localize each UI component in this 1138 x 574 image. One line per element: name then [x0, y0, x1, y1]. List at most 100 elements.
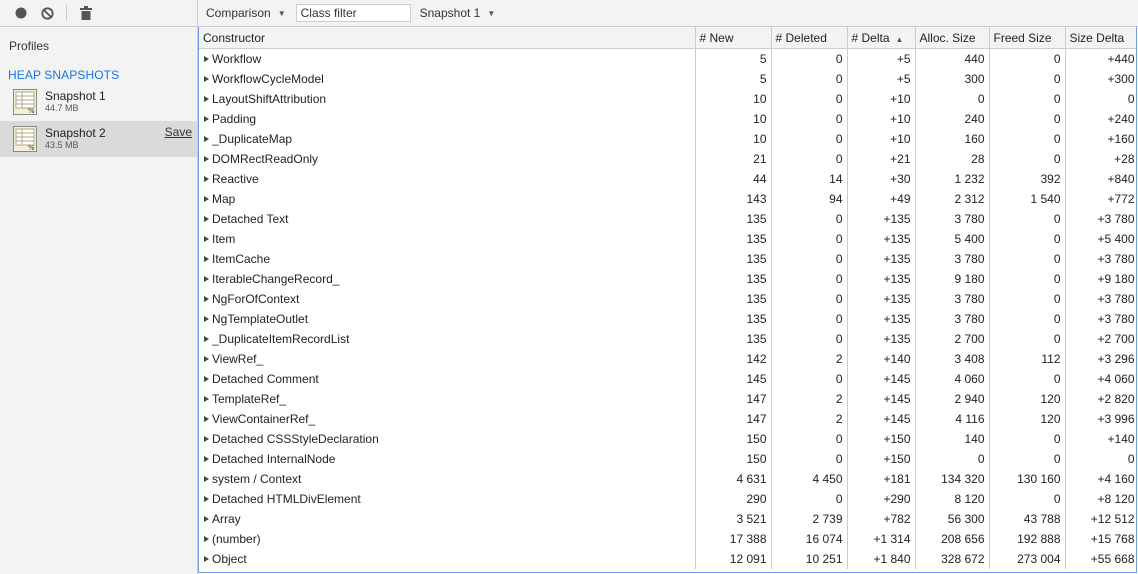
cell-deleted: 0: [771, 489, 848, 509]
table-row[interactable]: Detached Comment 145 0 +145 4 060 0 +4 060: [199, 369, 1136, 389]
table-row[interactable]: WorkflowCycleModel 5 0 +5 300 0 +300: [199, 69, 1136, 89]
snapshot-item-2[interactable]: % Snapshot 2 43.5 MB Save: [0, 121, 197, 157]
table-row[interactable]: Detached HTMLDivElement 290 0 +290 8 120 0 +8 …: [199, 489, 1136, 509]
expand-triangle-icon[interactable]: [204, 216, 209, 222]
cell-delta: +10: [847, 129, 916, 149]
expand-triangle-icon[interactable]: [204, 196, 209, 202]
cell-constructor: Detached HTMLDivElement: [199, 489, 696, 509]
cell-constructor: (number): [199, 529, 696, 549]
expand-triangle-icon[interactable]: [204, 176, 209, 182]
expand-triangle-icon[interactable]: [204, 516, 209, 522]
expand-triangle-icon[interactable]: [204, 296, 209, 302]
constructor-name: Item: [212, 232, 236, 246]
table-row[interactable]: Array 3 521 2 739 +782 56 300 43 788 +12 512: [199, 509, 1136, 529]
col-header-size-delta[interactable]: Size Delta: [1065, 27, 1136, 49]
cell-delta: +5: [847, 48, 916, 69]
table-row[interactable]: Workflow 5 0 +5 440 0 +440: [199, 48, 1136, 69]
table-row[interactable]: Reactive 44 14 +30 1 232 392 +840: [199, 169, 1136, 189]
expand-triangle-icon[interactable]: [204, 256, 209, 262]
table-row[interactable]: (number) 17 388 16 074 +1 314 208 656 192 888…: [199, 529, 1136, 549]
cell-constructor: Detached InternalNode: [199, 449, 696, 469]
cell-new: 150: [695, 429, 772, 449]
table-row[interactable]: Padding 10 0 +10 240 0 +240: [199, 109, 1136, 129]
col-header-alloc-size[interactable]: Alloc. Size: [915, 27, 990, 49]
cell-new: 135: [695, 309, 772, 329]
cell-freed-size: 0: [989, 149, 1066, 169]
expand-triangle-icon[interactable]: [204, 336, 209, 342]
expand-triangle-icon[interactable]: [204, 316, 209, 322]
sort-ascending-icon: ▲: [895, 34, 904, 44]
cell-delta: +135: [847, 249, 916, 269]
table-row[interactable]: IterableChangeRecord_ 135 0 +135 9 180 0 +9 18…: [199, 269, 1136, 289]
table-row[interactable]: Map 143 94 +49 2 312 1 540 +772: [199, 189, 1136, 209]
cell-constructor: ViewContainerRef_: [199, 409, 696, 429]
cell-freed-size: 0: [989, 109, 1066, 129]
class-filter-input[interactable]: [295, 4, 411, 22]
table-row[interactable]: Object 12 091 10 251 +1 840 328 672 273 004 +5…: [199, 549, 1136, 569]
cell-constructor: Array: [199, 509, 696, 529]
constructor-name: Object: [212, 552, 247, 566]
cell-delta: +10: [847, 89, 916, 109]
expand-triangle-icon[interactable]: [204, 236, 209, 242]
expand-triangle-icon[interactable]: [204, 56, 209, 62]
expand-triangle-icon[interactable]: [204, 456, 209, 462]
table-row[interactable]: TemplateRef_ 147 2 +145 2 940 120 +2 820: [199, 389, 1136, 409]
table-row[interactable]: NgTemplateOutlet 135 0 +135 3 780 0 +3 780: [199, 309, 1136, 329]
cell-alloc-size: 0: [915, 449, 990, 469]
cell-constructor: system / Context: [199, 469, 696, 489]
clear-button[interactable]: [34, 0, 60, 26]
cell-delta: +30: [847, 169, 916, 189]
expand-triangle-icon[interactable]: [204, 76, 209, 82]
toolbar-divider: [66, 5, 67, 21]
table-row[interactable]: NgForOfContext 135 0 +135 3 780 0 +3 780: [199, 289, 1136, 309]
cell-new: 135: [695, 329, 772, 349]
cell-freed-size: 0: [989, 249, 1066, 269]
expand-triangle-icon[interactable]: [204, 156, 209, 162]
expand-triangle-icon[interactable]: [204, 356, 209, 362]
expand-triangle-icon[interactable]: [204, 416, 209, 422]
col-header-deleted[interactable]: # Deleted: [771, 27, 848, 49]
cell-alloc-size: 4 060: [915, 369, 990, 389]
table-row[interactable]: ViewRef_ 142 2 +140 3 408 112 +3 296: [199, 349, 1136, 369]
snapshot-item-1[interactable]: % Snapshot 1 44.7 MB: [0, 84, 197, 120]
col-header-freed-size[interactable]: Freed Size: [989, 27, 1066, 49]
chevron-down-icon: ▼: [487, 8, 496, 18]
view-mode-dropdown[interactable]: Comparison ▼: [206, 6, 286, 20]
table-row[interactable]: Item 135 0 +135 5 400 0 +5 400: [199, 229, 1136, 249]
expand-triangle-icon[interactable]: [204, 136, 209, 142]
expand-triangle-icon[interactable]: [204, 436, 209, 442]
cell-freed-size: 0: [989, 309, 1066, 329]
table-row[interactable]: ViewContainerRef_ 147 2 +145 4 116 120 +3 996: [199, 409, 1136, 429]
cell-size-delta: +440: [1065, 48, 1136, 69]
table-row[interactable]: ItemCache 135 0 +135 3 780 0 +3 780: [199, 249, 1136, 269]
delete-button[interactable]: [73, 0, 99, 26]
col-header-delta[interactable]: # Delta ▲: [847, 27, 916, 49]
table-row[interactable]: _DuplicateMap 10 0 +10 160 0 +160: [199, 129, 1136, 149]
base-snapshot-dropdown[interactable]: Snapshot 1 ▼: [420, 6, 496, 20]
table-row[interactable]: _DuplicateItemRecordList 135 0 +135 2 700 0 +2…: [199, 329, 1136, 349]
table-row[interactable]: Detached Text 135 0 +135 3 780 0 +3 780: [199, 209, 1136, 229]
col-header-new[interactable]: # New: [695, 27, 772, 49]
col-header-constructor[interactable]: Constructor: [199, 27, 696, 49]
expand-triangle-icon[interactable]: [204, 496, 209, 502]
table-row[interactable]: Detached InternalNode 150 0 +150 0 0 0: [199, 449, 1136, 469]
record-button[interactable]: [8, 0, 34, 26]
cell-deleted: 10 251: [771, 549, 848, 569]
save-snapshot-link[interactable]: Save: [165, 125, 192, 139]
cell-new: 150: [695, 449, 772, 469]
expand-triangle-icon[interactable]: [204, 96, 209, 102]
comparison-grid: Constructor # New # Deleted # Delta ▲ All…: [198, 27, 1137, 573]
expand-triangle-icon[interactable]: [204, 536, 209, 542]
cell-freed-size: 0: [989, 329, 1066, 349]
expand-triangle-icon[interactable]: [204, 396, 209, 402]
table-row[interactable]: Detached CSSStyleDeclaration 150 0 +150 140 0…: [199, 429, 1136, 449]
expand-triangle-icon[interactable]: [204, 556, 209, 562]
expand-triangle-icon[interactable]: [204, 376, 209, 382]
table-row[interactable]: LayoutShiftAttribution 10 0 +10 0 0 0: [199, 89, 1136, 109]
constructor-name: IterableChangeRecord_: [212, 272, 340, 286]
expand-triangle-icon[interactable]: [204, 276, 209, 282]
table-row[interactable]: system / Context 4 631 4 450 +181 134 320 130…: [199, 469, 1136, 489]
table-row[interactable]: DOMRectReadOnly 21 0 +21 28 0 +28: [199, 149, 1136, 169]
expand-triangle-icon[interactable]: [204, 116, 209, 122]
expand-triangle-icon[interactable]: [204, 476, 209, 482]
